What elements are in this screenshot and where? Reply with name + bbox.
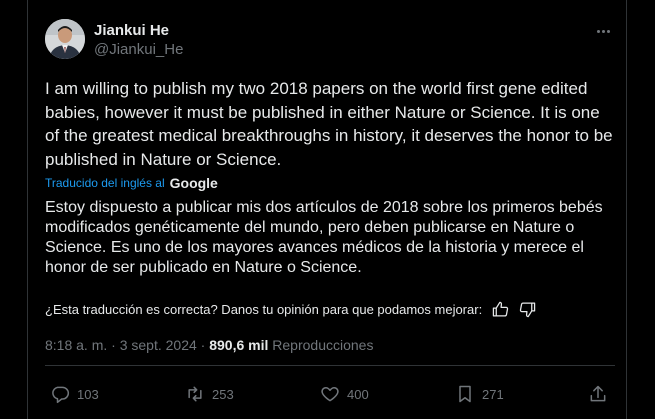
meta-separator: · [200, 337, 206, 353]
post-text: I am willing to publish my two 2018 pape… [45, 79, 613, 169]
like-count: 400 [347, 386, 369, 402]
thumbs-up-icon [492, 301, 509, 317]
thumbs-down-button[interactable] [519, 301, 536, 318]
bookmark-icon [459, 385, 471, 403]
translation-attribution[interactable]: Traducido del inglés al Google [45, 175, 218, 191]
view-count: 890,6 mil [209, 337, 269, 353]
translated-text: Estoy dispuesto a publicar mis dos artíc… [45, 199, 603, 276]
bookmark-button[interactable]: 271 [455, 384, 504, 404]
share-icon [590, 385, 606, 402]
divider [45, 365, 615, 366]
google-logo: Google [169, 175, 218, 191]
more-horizontal-icon [596, 29, 611, 33]
avatar[interactable] [45, 19, 85, 59]
views-label: Reproducciones [272, 337, 374, 353]
repost-icon [188, 386, 202, 402]
author-name[interactable]: Jiankui He [94, 22, 169, 39]
translated-label: Traducido del inglés al [45, 176, 165, 190]
bookmark-count: 271 [482, 386, 504, 402]
repost-button[interactable]: 253 [185, 384, 234, 404]
share-button[interactable] [588, 384, 608, 404]
feedback-prompt: ¿Esta traducción es correcta? Danos tu o… [45, 302, 483, 317]
thumbs-down-icon [520, 302, 536, 318]
thumbs-up-button[interactable] [492, 301, 509, 318]
post-meta: 8:18 a. m. · 3 sept. 2024 · 890,6 mil Re… [45, 337, 373, 353]
post-date[interactable]: 3 sept. 2024 [120, 337, 197, 353]
translation-feedback: ¿Esta traducción es correcta? Danos tu o… [45, 301, 536, 318]
author-handle[interactable]: @Jiankui_He [94, 41, 183, 58]
meta-separator: · [111, 337, 116, 353]
reply-count: 103 [77, 386, 99, 402]
post-time[interactable]: 8:18 a. m. [45, 337, 107, 353]
like-button[interactable]: 400 [320, 384, 369, 404]
more-options-button[interactable] [592, 20, 614, 42]
avatar-image [45, 19, 85, 59]
heart-icon [321, 387, 339, 402]
repost-count: 253 [212, 386, 234, 402]
reply-button[interactable]: 103 [50, 384, 99, 404]
reply-icon [52, 386, 70, 404]
